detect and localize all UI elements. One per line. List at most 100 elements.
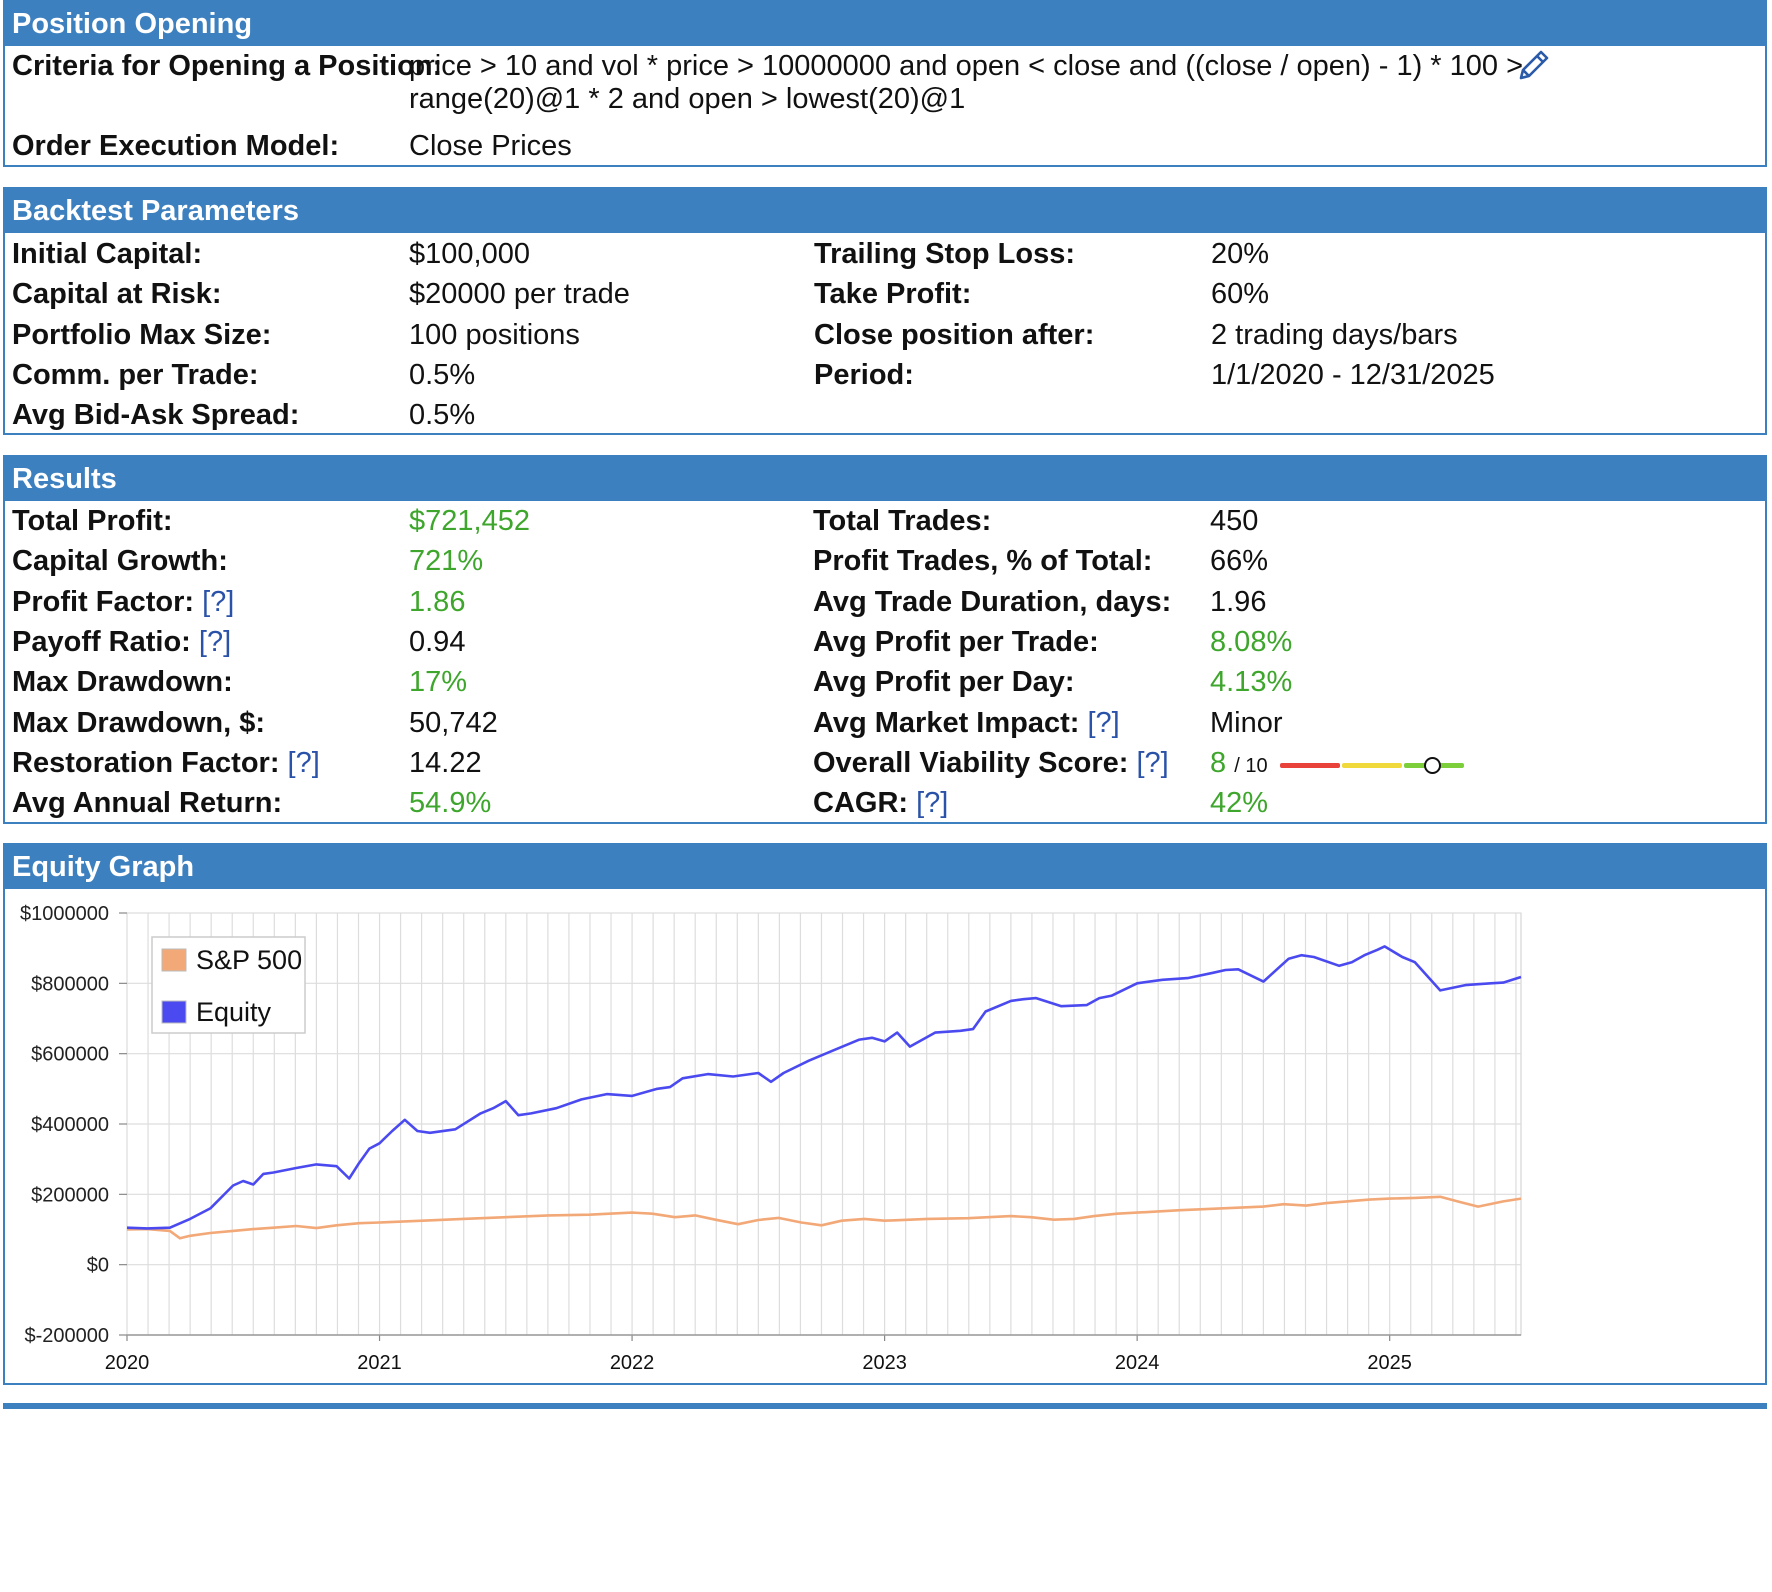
capital-growth-label-text: Capital Growth: [12,545,228,578]
comm-per-trade-label-text: Comm. per Trade: [12,358,259,391]
y-tick-label: $-200000 [24,1325,109,1347]
capital-growth-label: Capital Growth: [12,543,228,579]
comm-per-trade-value-text: 0.5% [409,358,476,391]
capital-at-risk-label-text: Capital at Risk: [12,278,222,311]
portfolio-max-size-value: 100 positions [409,317,580,353]
payoff-ratio-label-text: Payoff Ratio: [12,625,191,658]
criteria-value-line1: price > 10 and vol * price > 10000000 an… [409,50,1524,82]
cagr-label: CAGR: [?] [813,785,948,821]
profit-trades-of-total-label-text: Profit Trades, % of Total: [813,545,1153,578]
backtest-parameters-title: Backtest Parameters [5,189,1765,233]
y-tick-label: $800000 [31,973,109,995]
restoration-factor-value: 14.22 [409,745,482,781]
cagr-label-text: CAGR: [813,787,909,820]
score-max: / 10 [1234,754,1268,777]
total-profit-label-text: Total Profit: [12,505,173,537]
max-drawdown-label-text: Max Drawdown, $: [12,706,265,739]
x-tick-label: 2024 [1115,1352,1160,1374]
comm-per-trade-label: Comm. per Trade: [12,357,259,393]
trailing-stop-loss-label: Trailing Stop Loss: [814,236,1075,272]
results-title: Results [5,457,1765,501]
position-opening-title: Position Opening [5,2,1765,46]
avg-market-impact-help-link[interactable]: [?] [1088,707,1120,739]
avg-annual-return-label: Avg Annual Return: [12,785,282,821]
capital-at-risk-value-text: $20000 per trade [409,278,630,311]
restoration-factor-label-text: Restoration Factor: [12,746,280,779]
initial-capital-label-text: Initial Capital: [12,238,203,270]
legend-swatch-s-p-500 [161,948,187,972]
x-tick-label: 2022 [610,1352,655,1374]
max-drawdown-value-text: 17% [409,666,468,699]
avg-profit-per-day-value-text: 4.13% [1210,666,1293,699]
profit-trades-of-total-value: 66% [1210,543,1268,579]
max-drawdown-label: Max Drawdown: [12,664,233,700]
avg-profit-per-day-label-text: Avg Profit per Day: [813,666,1075,699]
take-profit-value-text: 60% [1211,278,1270,311]
score-marker [1424,756,1441,774]
equity-graph-panel: Equity Graph $1000000 $800000 $600000 $4000… [3,843,1767,1385]
backtest-parameters-panel: Backtest Parameters Initial Capital: $100… [3,187,1767,435]
x-tick-label: 2025 [1367,1352,1412,1374]
restoration-factor-value-text: 14.22 [409,746,482,779]
x-tick-label: 2023 [862,1352,907,1374]
total-trades-label-text: Total Trades: [813,505,992,537]
avg-annual-return-label-text: Avg Annual Return: [12,787,283,820]
restoration-factor-help-link[interactable]: [?] [288,747,320,779]
close-position-after-label-text: Close position after: [814,318,1095,351]
profit-factor-value-text: 1.86 [409,585,466,618]
capital-growth-value: 721% [409,543,483,579]
close-position-after-label: Close position after: [814,317,1094,353]
y-tick-label: $600000 [31,1044,109,1066]
avg-profit-per-trade-value-text: 8.08% [1210,625,1293,658]
total-trades-label: Total Trades: [813,503,991,539]
close-position-after-value: 2 trading days/bars [1211,317,1458,353]
trailing-stop-loss-label-text: Trailing Stop Loss: [814,238,1076,270]
avg-profit-per-trade-value: 8.08% [1210,624,1292,660]
avg-market-impact-value-text: Minor [1210,706,1283,739]
initial-capital-value-text: $100,000 [409,238,530,270]
take-profit-label: Take Profit: [814,276,971,312]
position-opening-panel: Position Opening Criteria for Opening a … [3,0,1767,167]
trailing-stop-loss-value-text: 20% [1211,238,1270,270]
avg-market-impact-label-text: Avg Market Impact: [813,706,1080,739]
cagr-help-link[interactable]: [?] [916,787,948,819]
profit-trades-of-total-value-text: 66% [1210,545,1269,578]
avg-trade-duration-days-label-text: Avg Trade Duration, days: [813,585,1172,618]
period-value: 1/1/2020 - 12/31/2025 [1211,357,1495,393]
y-tick-label: $0 [87,1255,109,1277]
avg-bid-ask-spread-label-text: Avg Bid-Ask Spread: [12,399,300,432]
total-trades-value-text: 450 [1210,505,1259,537]
avg-profit-per-trade-label: Avg Profit per Trade: [813,624,1099,660]
x-tick-label: 2020 [105,1352,150,1374]
profit-trades-of-total-label: Profit Trades, % of Total: [813,543,1152,579]
payoff-ratio-label: Payoff Ratio: [?] [12,624,231,660]
legend-swatch-equity [161,1000,187,1024]
payoff-ratio-help-link[interactable]: [?] [199,626,231,658]
avg-profit-per-day-value: 4.13% [1210,664,1292,700]
total-profit-value: $721,452 [409,503,530,539]
payoff-ratio-value-text: 0.94 [409,625,466,658]
take-profit-label-text: Take Profit: [814,278,972,311]
overall-viability-score-help-link[interactable]: [?] [1136,747,1168,779]
max-drawdown-value: 50,742 [409,705,498,741]
max-drawdown-label: Max Drawdown, $: [12,705,265,741]
cagr-value: 42% [1210,785,1268,821]
close-position-after-value-text: 2 trading days/bars [1211,318,1458,351]
max-drawdown-value-text: 50,742 [409,706,498,739]
portfolio-max-size-label-text: Portfolio Max Size: [12,318,272,351]
score-bar-segment [1342,762,1402,768]
legend-label-s-p-500: S&P 500 [196,945,302,975]
initial-capital-label: Initial Capital: [12,236,202,272]
x-tick-label: 2021 [357,1352,402,1374]
profit-factor-help-link[interactable]: [?] [202,586,234,618]
y-tick-label: $400000 [31,1114,109,1136]
legend-label-equity: Equity [196,997,272,1027]
execution-model-label: Order Execution Model: [12,130,340,162]
avg-market-impact-value: Minor [1210,705,1283,741]
avg-profit-per-day-label: Avg Profit per Day: [813,664,1075,700]
period-label-text: Period: [814,358,914,391]
equity-graph-title: Equity Graph [5,845,1765,889]
overall-viability-score-label: Overall Viability Score: [?] [813,745,1169,781]
take-profit-value: 60% [1211,276,1269,312]
pencil-icon[interactable] [1513,46,1553,86]
